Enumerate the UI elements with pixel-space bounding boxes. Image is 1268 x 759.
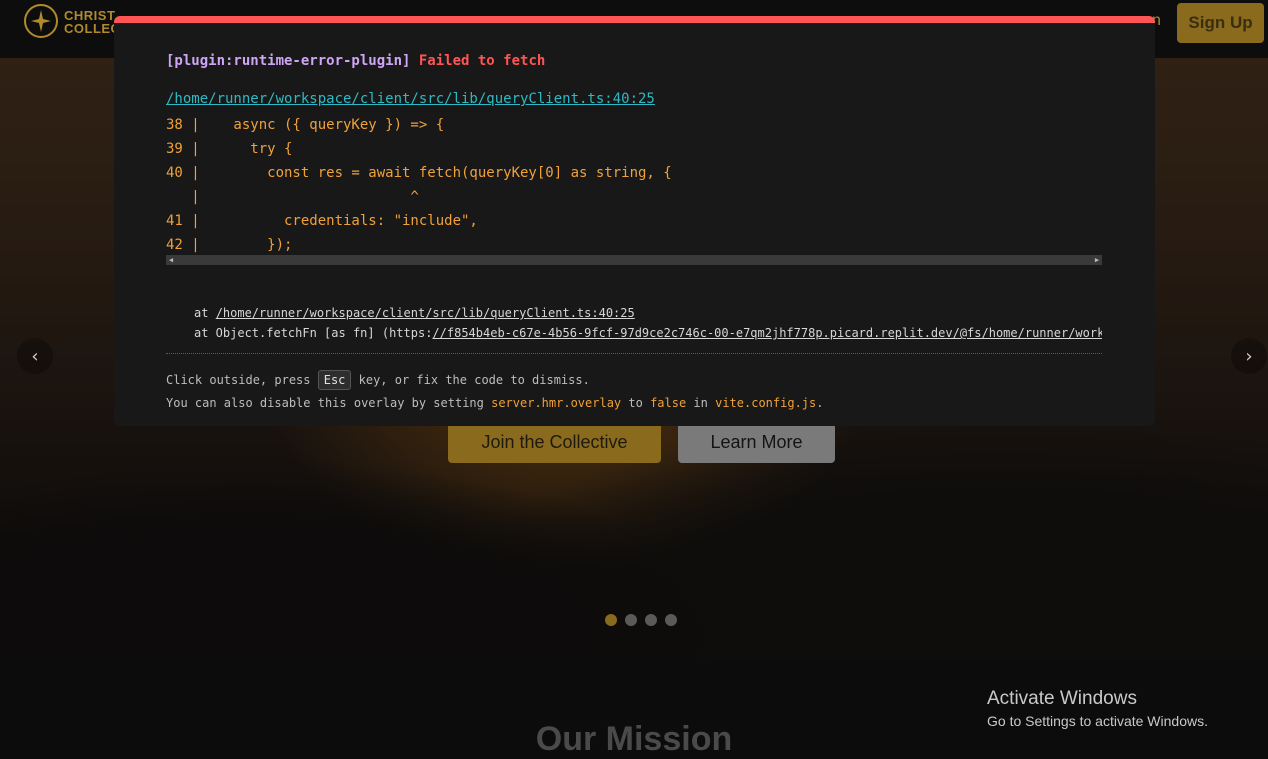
code-line: 42 | }); bbox=[166, 237, 293, 253]
setting-name: server.hmr.overlay bbox=[491, 396, 622, 410]
carousel-dot-1[interactable] bbox=[605, 614, 617, 626]
error-message: Failed to fetch bbox=[418, 53, 546, 69]
error-plugin-name: [plugin:runtime-error-plugin] bbox=[166, 53, 411, 69]
chevron-left-icon[interactable]: ‹ bbox=[17, 338, 53, 374]
code-frame: 38 | async ({ queryKey }) => { 39 | try … bbox=[166, 113, 1102, 269]
scroll-left-icon[interactable]: ◀ bbox=[166, 255, 176, 265]
error-overlay[interactable]: [plugin:runtime-error-plugin] Failed to … bbox=[114, 16, 1155, 426]
learn-more-button[interactable]: Learn More bbox=[678, 422, 835, 463]
star-logo-icon bbox=[24, 4, 58, 38]
stack-link-1[interactable]: /home/runner/workspace/client/src/lib/qu… bbox=[216, 306, 635, 320]
stack-line-1: at /home/runner/workspace/client/src/lib… bbox=[194, 306, 635, 320]
code-horizontal-scrollbar[interactable]: ◀ ▶ bbox=[166, 255, 1102, 265]
tip-line-1: Click outside, press Esc key, or fix the… bbox=[166, 369, 823, 392]
config-file-name: vite.config.js bbox=[715, 396, 817, 410]
windows-activation-watermark: Activate Windows Go to Settings to activ… bbox=[987, 688, 1208, 729]
code-line: 40 | const res = await fetch(queryKey[0]… bbox=[166, 165, 672, 181]
join-collective-button[interactable]: Join the Collective bbox=[448, 422, 661, 463]
carousel-dot-4[interactable] bbox=[665, 614, 677, 626]
stack-line-2: at Object.fetchFn [as fn] (https://f854b… bbox=[194, 323, 1102, 343]
code-line: | ^ bbox=[166, 189, 419, 205]
tip-line-2: You can also disable this overlay by set… bbox=[166, 396, 824, 410]
scroll-right-icon[interactable]: ▶ bbox=[1092, 255, 1102, 265]
setting-value: false bbox=[650, 396, 687, 410]
carousel-dots bbox=[605, 614, 677, 626]
carousel-dot-3[interactable] bbox=[645, 614, 657, 626]
error-title: [plugin:runtime-error-plugin] Failed to … bbox=[166, 53, 545, 69]
stack-trace: at /home/runner/workspace/client/src/lib… bbox=[194, 303, 1102, 343]
divider bbox=[166, 353, 1102, 354]
activate-title: Activate Windows bbox=[987, 688, 1137, 709]
sign-up-button[interactable]: Sign Up bbox=[1177, 3, 1264, 43]
stack-link-2[interactable]: //f854b4eb-c67e-4b56-9fcf-97d9ce2c746c-0… bbox=[432, 326, 1102, 340]
dismiss-tip: Click outside, press Esc key, or fix the… bbox=[166, 369, 823, 415]
code-line: 41 | credentials: "include", bbox=[166, 213, 478, 229]
error-file-link[interactable]: /home/runner/workspace/client/src/lib/qu… bbox=[166, 91, 655, 107]
logo-text: CHRIST COLLEC bbox=[64, 9, 120, 35]
code-line: 39 | try { bbox=[166, 141, 293, 157]
activate-subtitle: Go to Settings to activate Windows. bbox=[987, 713, 1208, 729]
chevron-right-icon[interactable]: › bbox=[1231, 338, 1267, 374]
logo-line-2: COLLEC bbox=[64, 21, 121, 36]
carousel-dot-2[interactable] bbox=[625, 614, 637, 626]
esc-key: Esc bbox=[317, 370, 352, 390]
code-line: 38 | async ({ queryKey }) => { bbox=[166, 117, 445, 133]
